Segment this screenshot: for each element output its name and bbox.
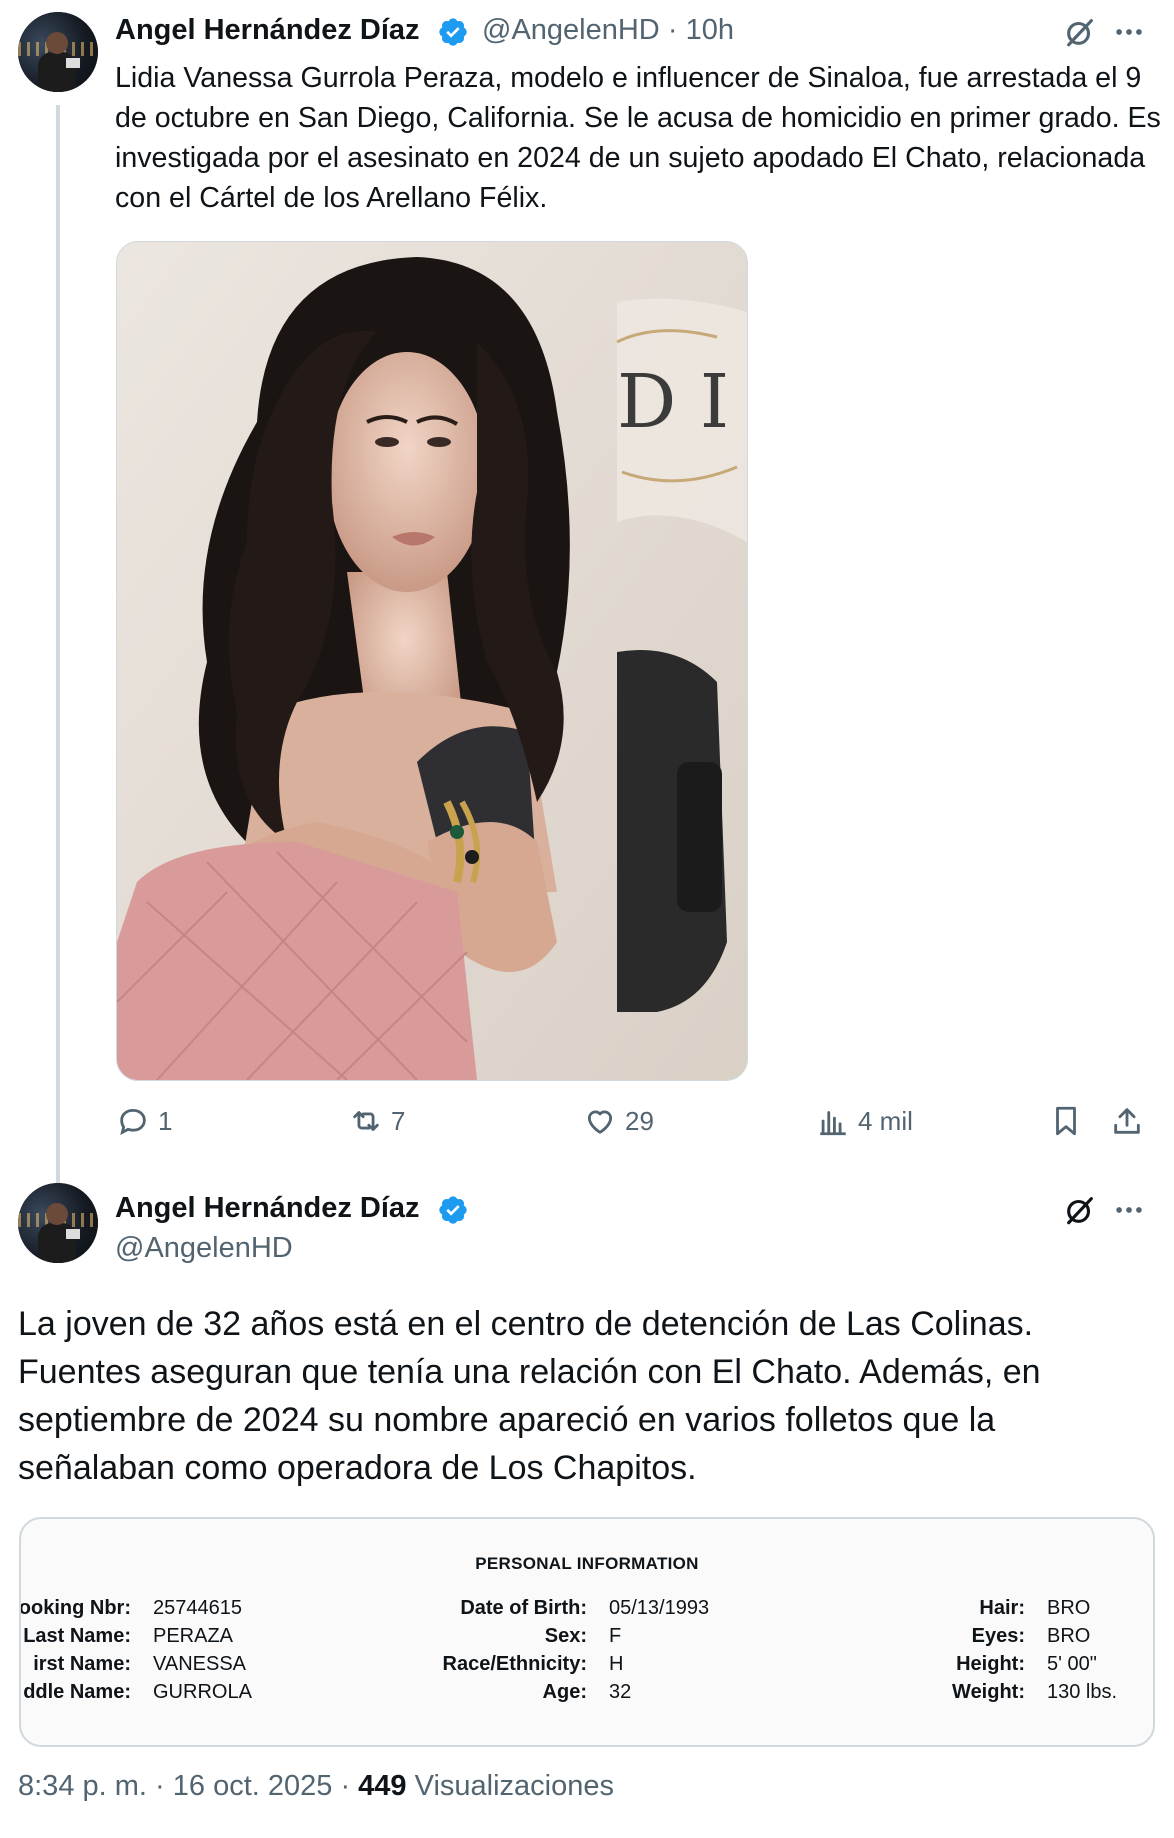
thread-line [56,105,60,1185]
info-label: Weight: [952,1681,1025,1703]
avatar[interactable] [18,1183,98,1263]
tweet-actions: 1 7 29 4 mil [0,1104,1174,1152]
bookmark-button[interactable] [1049,1104,1083,1138]
avatar[interactable] [18,12,98,92]
views-count: 449 [358,1770,407,1802]
verified-icon [439,1196,467,1224]
repost-button[interactable]: 7 [349,1104,405,1138]
info-label: Last Name: [23,1625,131,1647]
verified-icon [439,18,467,46]
info-value: BRO [1047,1625,1091,1647]
info-label: ooking Nbr: [19,1597,131,1619]
author-name[interactable]: Angel Hernández Díaz [115,1192,420,1225]
views-button[interactable]: 4 mil [816,1104,913,1138]
author-handle[interactable]: @AngelenHD [115,1232,293,1265]
tweet-text: La joven de 32 años está en el centro de… [18,1305,1041,1487]
views-label: Visualizaciones [414,1770,614,1802]
post-time[interactable]: 8:34 p. m. [18,1770,147,1802]
info-label: Height: [956,1653,1025,1675]
bookmark-icon [1056,1106,1076,1136]
card-title: PERSONAL INFORMATION [475,1554,699,1573]
info-label: irst Name: [33,1653,131,1675]
info-label: ddle Name: [23,1681,131,1703]
author-name[interactable]: Angel Hernández Díaz [115,14,420,47]
info-value: H [609,1653,624,1675]
grok-icon[interactable] [1063,1193,1097,1227]
info-value: VANESSA [153,1653,246,1675]
info-label: Eyes: [971,1625,1025,1647]
share-button[interactable] [1110,1104,1144,1138]
info-value: 05/13/1993 [609,1597,710,1619]
more-icon[interactable] [1112,1193,1146,1227]
like-button[interactable]: 29 [583,1104,654,1138]
reply-icon [120,1108,146,1136]
reply-button[interactable]: 1 [116,1104,172,1138]
info-value: BRO [1047,1597,1091,1619]
grok-icon[interactable] [1063,15,1097,49]
tweet-text: Lidia Vanessa Gurrola Peraza, modelo e i… [115,62,1161,214]
more-icon[interactable] [1112,15,1146,49]
info-label: Hair: [979,1597,1025,1619]
tweet-time[interactable]: 10h [686,14,734,46]
post-date[interactable]: 16 oct. 2025 [173,1770,333,1802]
wall-letters: D I [617,359,729,445]
photo-image: D I [117,242,747,1080]
views-icon [820,1111,846,1136]
tweet-footer: 8:34 p. m. · 16 oct. 2025 · 449 Visualiz… [18,1770,614,1802]
info-label: Sex: [544,1625,587,1647]
info-value: F [609,1625,622,1647]
info-label: Date of Birth: [460,1597,587,1619]
like-count: 29 [625,1105,654,1136]
separator: · [667,14,678,46]
info-value: 130 lbs. [1047,1681,1118,1703]
info-label: Race/Ethnicity: [442,1653,587,1675]
reply-count: 1 [158,1105,173,1136]
info-value: 25744615 [153,1597,242,1619]
like-icon [587,1110,613,1134]
info-value: 32 [609,1681,632,1703]
info-label: Age: [542,1681,587,1703]
share-icon [1114,1108,1140,1134]
info-value: PERAZA [153,1625,234,1647]
info-value: GURROLA [153,1681,252,1703]
tweet-photo[interactable]: D I [116,241,748,1081]
author-handle[interactable]: @AngelenHD [482,14,660,46]
repost-count: 7 [391,1105,406,1136]
repost-icon [353,1111,379,1131]
views-count: 4 mil [858,1105,913,1136]
booking-info-image[interactable]: PERSONAL INFORMATION ooking Nbr: 2574461… [19,1517,1155,1747]
info-value: 5' 00" [1047,1653,1097,1675]
